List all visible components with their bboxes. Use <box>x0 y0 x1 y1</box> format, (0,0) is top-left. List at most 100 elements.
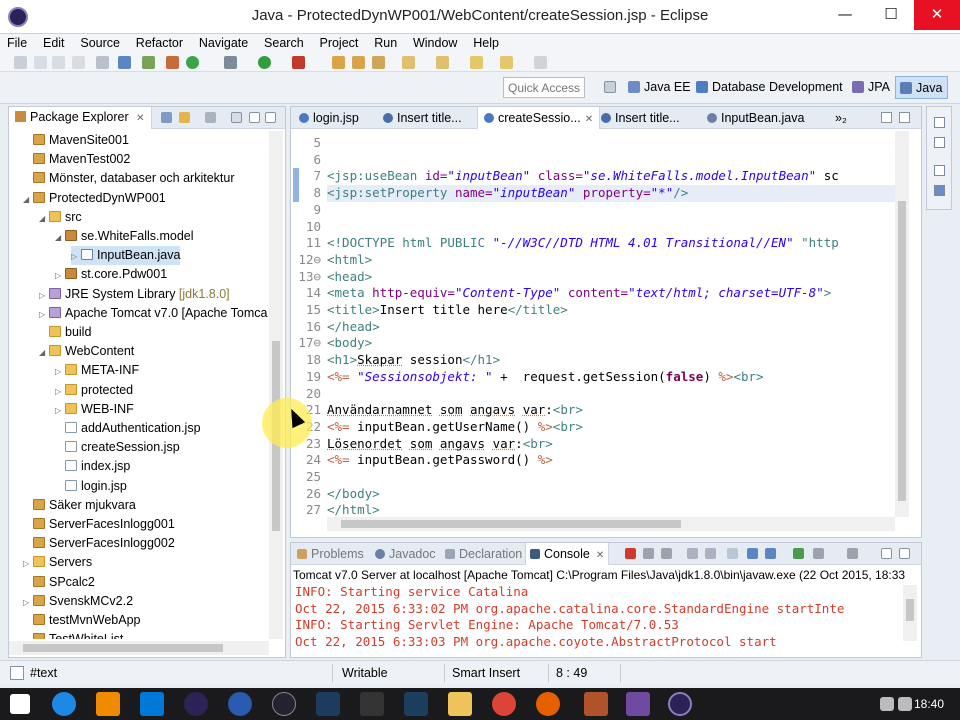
pin-icon[interactable] <box>142 56 155 69</box>
virtual-desktop-icon[interactable] <box>316 692 340 716</box>
code-line[interactable]: Lösenordet som angavs var:<br> <box>327 436 553 453</box>
collapsed-arrow-icon[interactable]: ▷ <box>23 593 33 612</box>
tree-item[interactable]: Mönster, databaser och arkitektur <box>23 169 235 188</box>
restore-view-icon[interactable] <box>934 117 945 128</box>
app-icon[interactable] <box>228 692 252 716</box>
windows-start-icon[interactable] <box>10 694 30 714</box>
perspective-java-ee[interactable]: Java EE <box>628 80 691 94</box>
server-icon[interactable] <box>96 56 109 69</box>
menu-project[interactable]: Project <box>312 34 363 50</box>
external-tools-icon[interactable] <box>292 56 305 69</box>
tree-item[interactable]: testMvnWebApp <box>23 611 140 630</box>
display-console-icon[interactable] <box>813 548 824 559</box>
code-line[interactable]: <%= inputBean.getPassword() %> <box>327 452 553 469</box>
tree-item[interactable]: ▷ WEB-INF <box>55 400 134 419</box>
next-annotation-icon[interactable] <box>470 56 483 69</box>
console-vertical-scrollbar[interactable] <box>903 585 917 641</box>
code-line[interactable]: <head> <box>327 269 372 286</box>
editor-vertical-scrollbar[interactable] <box>895 131 909 517</box>
collapsed-arrow-icon[interactable]: ▷ <box>23 554 33 573</box>
code-line[interactable]: <h1>Skapar session</h1> <box>327 352 500 369</box>
package-explorer-horizontal-scrollbar[interactable] <box>9 641 269 655</box>
minimize-view-icon[interactable] <box>231 112 242 123</box>
show-stdout-icon[interactable] <box>747 548 758 559</box>
minimize-button[interactable]: — <box>822 0 868 30</box>
firefox-icon[interactable] <box>536 692 560 716</box>
collapsed-arrow-icon[interactable]: ▷ <box>55 266 65 285</box>
tab-package-explorer[interactable]: Package Explorer ✕ <box>9 107 152 129</box>
network-icon[interactable] <box>880 697 894 711</box>
expanded-arrow-icon[interactable]: ◢ <box>23 190 33 209</box>
collapsed-arrow-icon[interactable]: ▷ <box>55 362 65 381</box>
app-icon[interactable] <box>626 692 650 716</box>
code-line[interactable]: <title>Insert title here</title> <box>327 302 568 319</box>
menu-edit[interactable]: Edit <box>36 34 70 50</box>
terminate-icon[interactable] <box>625 548 636 559</box>
maximize-view-icon[interactable] <box>899 548 910 559</box>
menu-window[interactable]: Window <box>406 34 462 50</box>
tree-item[interactable]: ▷ Apache Tomcat v7.0 [Apache Tomca <box>39 304 267 323</box>
chrome-icon[interactable] <box>492 692 516 716</box>
menu-file[interactable]: File <box>0 34 32 50</box>
save-all-icon[interactable] <box>52 56 65 69</box>
tree-item[interactable]: ▷ InputBean.java <box>71 246 181 266</box>
save-icon[interactable] <box>34 56 47 69</box>
open-perspective-button[interactable] <box>604 80 620 94</box>
tab-console[interactable]: Console ✕ <box>525 543 610 565</box>
debug-server-icon[interactable] <box>166 56 179 69</box>
editor-tab[interactable]: Insert title... <box>595 107 686 129</box>
tree-item[interactable]: ServerFacesInlogg002 <box>23 534 175 553</box>
code-line[interactable]: Användarnamnet som angavs var:<br> <box>327 402 583 419</box>
close-button[interactable]: ✕ <box>914 0 960 30</box>
eclipse-taskbar-icon[interactable] <box>668 692 692 716</box>
expanded-arrow-icon[interactable]: ◢ <box>55 228 65 247</box>
tree-item[interactable]: ◢ se.WhiteFalls.model <box>55 227 194 246</box>
app-icon[interactable] <box>584 692 608 716</box>
search-icon[interactable] <box>436 56 449 69</box>
remove-launch-icon[interactable] <box>643 548 654 559</box>
close-icon[interactable]: ✕ <box>136 113 144 124</box>
menu-source[interactable]: Source <box>73 34 125 50</box>
maximize-button[interactable]: ☐ <box>868 0 914 30</box>
code-line[interactable]: <%= inputBean.getUserName() %><br> <box>327 419 583 436</box>
tab-javadoc[interactable]: Javadoc <box>371 543 440 565</box>
tree-item[interactable]: ◢ ProtectedDynWP001 <box>23 189 166 208</box>
collapsed-arrow-icon[interactable]: ▷ <box>71 247 81 266</box>
new-package-icon[interactable] <box>352 56 365 69</box>
eclipse-taskbar-icon[interactable] <box>184 692 208 716</box>
menu-run[interactable]: Run <box>367 34 402 50</box>
code-line[interactable]: <html> <box>327 252 372 269</box>
expanded-arrow-icon[interactable]: ◢ <box>39 209 49 228</box>
pin-console-icon[interactable] <box>793 548 804 559</box>
github-icon[interactable] <box>272 692 296 716</box>
scrollbar-thumb[interactable] <box>23 644 223 652</box>
tree-item[interactable]: SPcalc2 <box>23 573 95 592</box>
code-line[interactable]: <!DOCTYPE html PUBLIC "-//W3C//DTD HTML … <box>327 235 839 252</box>
mail-icon[interactable] <box>140 692 164 716</box>
close-icon[interactable]: ✕ <box>596 550 604 561</box>
debug-icon[interactable] <box>224 56 237 69</box>
perspective-database-development[interactable]: Database Development <box>696 80 843 94</box>
tree-item[interactable]: ServerFacesInlogg001 <box>23 515 175 534</box>
editor-tab[interactable]: createSessio... ✕ <box>477 107 601 129</box>
collapse-all-icon[interactable] <box>161 112 172 123</box>
close-icon[interactable]: ✕ <box>585 114 593 125</box>
new-java-project-icon[interactable] <box>332 56 345 69</box>
tree-item[interactable]: ◢ src <box>39 208 82 227</box>
editor-horizontal-scrollbar[interactable] <box>327 517 895 531</box>
vlc-icon[interactable] <box>96 692 120 716</box>
tree-item[interactable]: ▷ Servers <box>23 553 92 572</box>
tree-item[interactable]: MavenTest002 <box>23 150 130 169</box>
editor-tab[interactable]: Insert title... <box>377 107 468 129</box>
code-editor[interactable]: <jsp:useBean id="inputBean" class="se.Wh… <box>327 131 897 517</box>
more-tabs-button[interactable]: »₂ <box>829 107 853 129</box>
minimize-view-icon[interactable] <box>881 112 892 123</box>
collapsed-arrow-icon[interactable]: ▷ <box>55 401 65 420</box>
scrollbar-thumb[interactable] <box>341 520 681 528</box>
expanded-arrow-icon[interactable]: ◢ <box>39 343 49 362</box>
tree-item[interactable]: TestWhiteList <box>23 630 123 639</box>
minimized-view-icon[interactable] <box>934 165 945 176</box>
menu-help[interactable]: Help <box>466 34 504 50</box>
remove-all-icon[interactable] <box>661 548 672 559</box>
code-line[interactable]: <meta http-equiv="Content-Type" content=… <box>327 285 831 302</box>
